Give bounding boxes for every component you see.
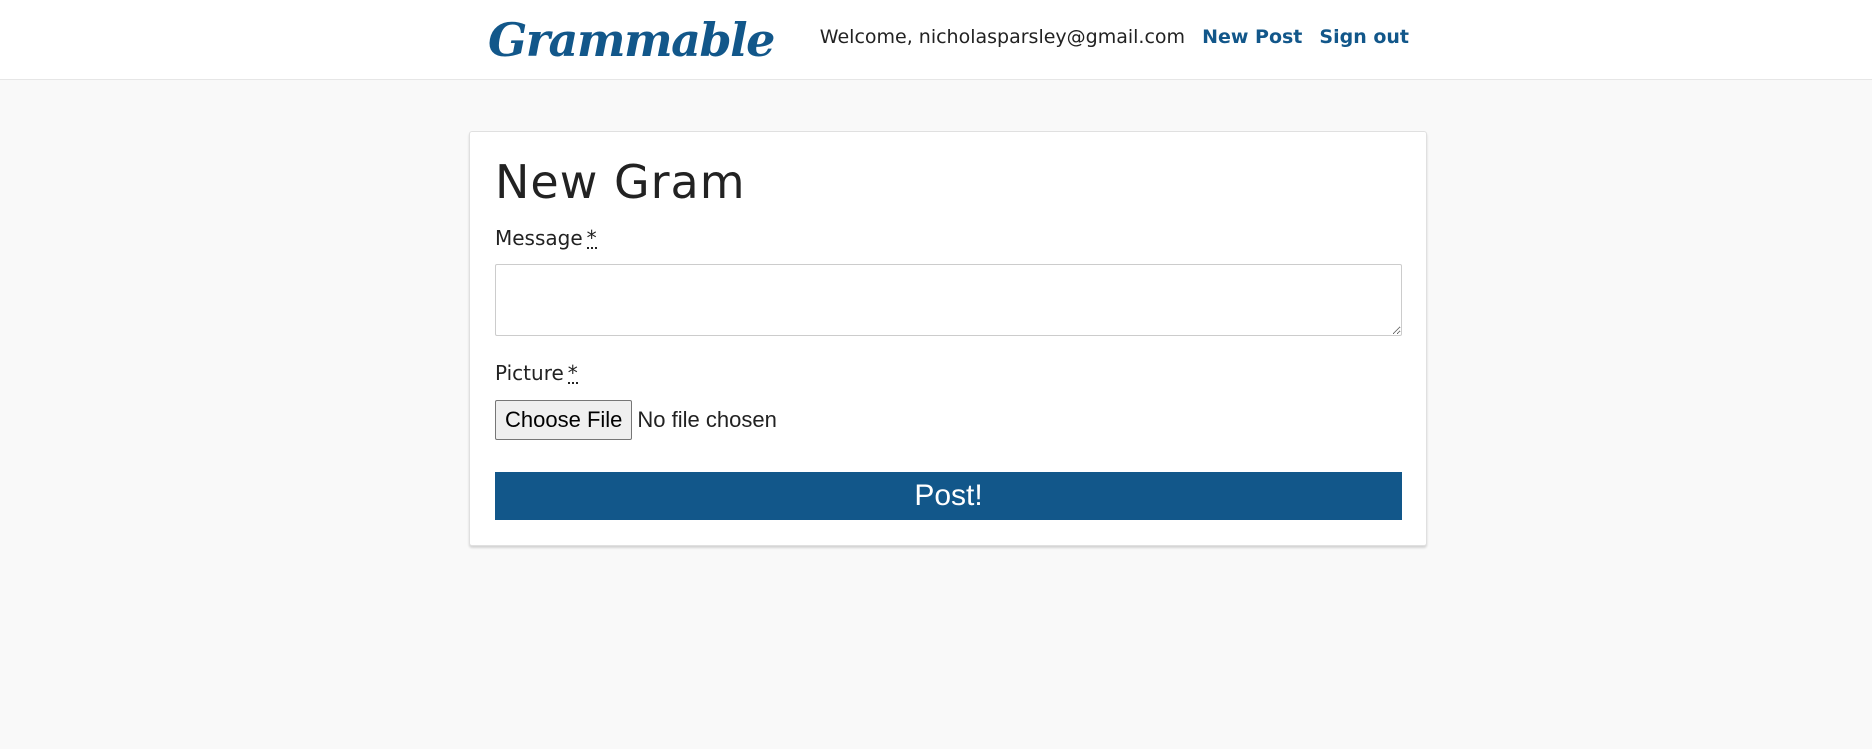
message-label-text: Message xyxy=(495,226,583,250)
file-status-text: No file chosen xyxy=(637,407,777,432)
required-marker-picture: * xyxy=(567,361,578,385)
message-label: Message * xyxy=(495,224,597,252)
sign-out-link[interactable]: Sign out xyxy=(1319,26,1409,48)
new-post-link[interactable]: New Post xyxy=(1202,26,1302,48)
post-submit-button[interactable]: Post! xyxy=(495,472,1402,520)
picture-file-input[interactable]: Choose File No file chosen xyxy=(495,400,777,440)
brand-logo[interactable]: Grammable xyxy=(488,10,775,70)
choose-file-button[interactable]: Choose File xyxy=(495,400,633,440)
welcome-text: Welcome, nicholasparsley@gmail.com xyxy=(819,26,1186,48)
nav-right: Welcome, nicholasparsley@gmail.com New P… xyxy=(820,23,1409,51)
picture-label: Picture * xyxy=(495,359,578,387)
picture-label-text: Picture xyxy=(495,361,564,385)
required-marker-message: * xyxy=(586,226,597,250)
new-gram-card: New Gram Message * Picture * Choose File N… xyxy=(469,131,1427,546)
message-textarea[interactable] xyxy=(495,264,1402,336)
page-title: New Gram xyxy=(495,155,746,209)
top-navbar: Grammable Welcome, nicholasparsley@gmail… xyxy=(0,0,1872,80)
